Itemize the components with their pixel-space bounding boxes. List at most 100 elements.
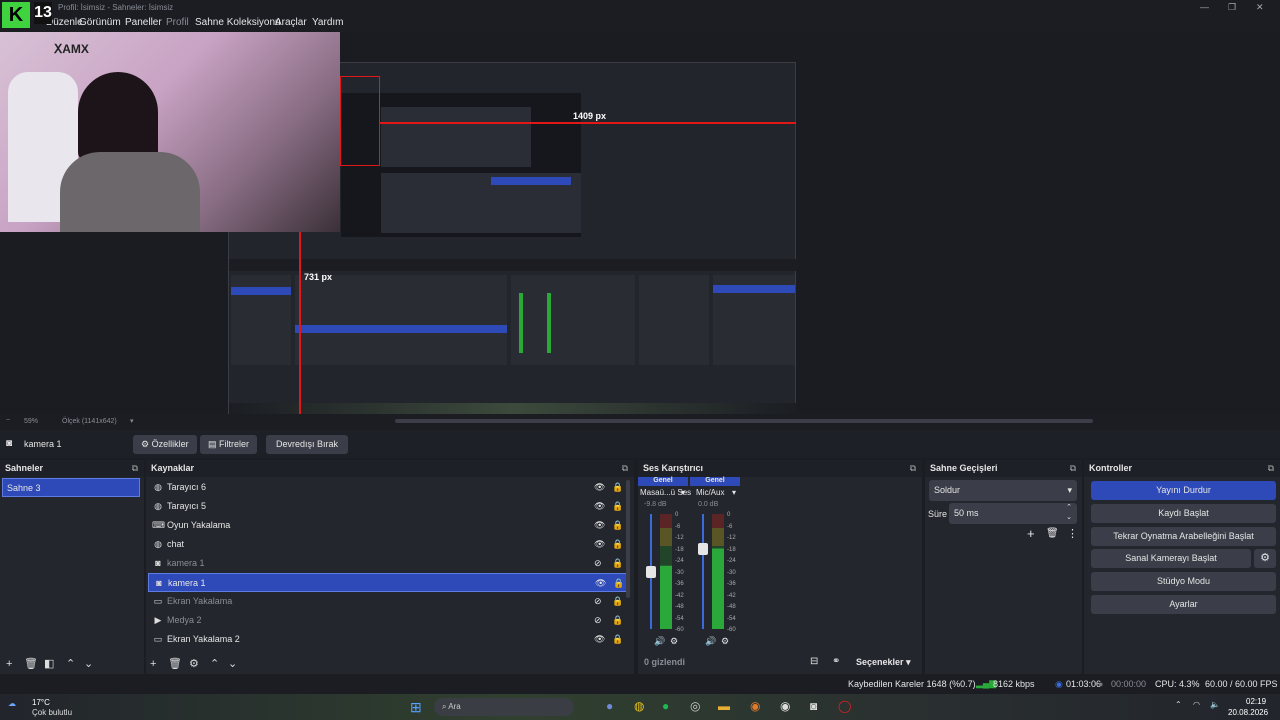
eye-icon[interactable]: 👁 xyxy=(594,478,605,497)
eye-icon[interactable]: 👁 xyxy=(594,516,605,535)
menu-tools[interactable]: Araçlar xyxy=(275,17,307,28)
gear-icon[interactable]: ⚙ xyxy=(670,636,678,647)
lock-icon[interactable]: 🔒 xyxy=(612,497,623,516)
eye-icon[interactable]: 👁 xyxy=(595,574,606,593)
zoom-dropdown-icon[interactable]: ▾ xyxy=(130,417,134,425)
lock-icon[interactable]: 🔒 xyxy=(612,554,623,573)
lock-icon[interactable]: 🔒 xyxy=(613,574,624,593)
source-item[interactable]: ◍ Tarayıcı 6 👁 🔒 xyxy=(148,478,628,497)
weather-text[interactable]: Çok bulutlu xyxy=(32,708,72,717)
windows-start-icon[interactable]: ⊞ xyxy=(410,699,422,716)
trash-icon[interactable]: 🗑 xyxy=(168,657,182,670)
float-icon[interactable]: ⧉ xyxy=(1070,460,1076,477)
more-icon[interactable]: ⋮ xyxy=(1067,527,1078,540)
volume-slider-handle[interactable] xyxy=(646,566,656,578)
add-icon[interactable]: + xyxy=(6,658,12,670)
filter-icon[interactable]: ◧ xyxy=(44,657,54,670)
lock-icon[interactable]: 🔒 xyxy=(612,611,623,630)
start-replay-buffer-button[interactable]: Tekrar Oynatma Arabelleğini Başlat xyxy=(1091,527,1276,546)
link-icon[interactable]: ⚭ xyxy=(832,656,840,667)
menu-profile[interactable]: Profil xyxy=(166,17,189,28)
source-item[interactable]: ▶ Medya 2 ⊘ 🔒 xyxy=(148,611,628,630)
float-icon[interactable]: ⧉ xyxy=(622,460,628,477)
eye-slash-icon[interactable]: ⊘ xyxy=(594,592,602,611)
tray-up-icon[interactable]: ⌃ xyxy=(1175,700,1182,709)
volume-slider-handle[interactable] xyxy=(698,543,708,555)
folder-icon[interactable]: ▬ xyxy=(718,699,730,713)
transition-select[interactable]: Soldur ▾ xyxy=(929,480,1077,501)
studio-mode-button[interactable]: Stüdyo Modu xyxy=(1091,572,1276,591)
minimize-icon[interactable]: — xyxy=(1200,2,1209,12)
source-item[interactable]: ◍ Tarayıcı 5 👁 🔒 xyxy=(148,497,628,516)
start-recording-button[interactable]: Kaydı Başlat xyxy=(1091,504,1276,523)
chrome-icon[interactable]: ◍ xyxy=(634,699,644,713)
source-item[interactable]: ◙ kamera 1 ⊘ 🔒 xyxy=(148,554,628,573)
duration-input[interactable]: 50 ms ⌃ ⌄ xyxy=(949,503,1077,524)
speaker-icon[interactable]: 🔊 xyxy=(705,636,716,647)
blender-icon[interactable]: ◉ xyxy=(750,699,760,713)
float-icon[interactable]: ⧉ xyxy=(132,460,138,477)
gear-icon[interactable]: ⚙ xyxy=(189,657,199,670)
source-item[interactable]: ◍ chat 👁 🔒 xyxy=(148,535,628,554)
menu-scene-collection[interactable]: Sahne Koleksiyonu xyxy=(195,17,281,28)
start-virtual-camera-button[interactable]: Sanal Kamerayı Başlat xyxy=(1091,549,1251,568)
speaker-icon[interactable]: 🔊 xyxy=(654,636,665,647)
eye-icon[interactable]: 👁 xyxy=(594,497,605,516)
zoom-minus-icon[interactable]: − xyxy=(6,417,10,424)
move-down-icon[interactable]: ⌄ xyxy=(228,657,237,670)
discord-icon[interactable]: ● xyxy=(606,699,613,713)
move-down-icon[interactable]: ⌄ xyxy=(84,657,93,670)
eye-icon[interactable]: 👁 xyxy=(594,630,605,649)
chevron-down-icon[interactable]: ▾ xyxy=(732,488,736,497)
layout-icon[interactable]: ⊟ xyxy=(810,656,818,667)
lock-icon[interactable]: 🔒 xyxy=(612,478,623,497)
trash-icon[interactable]: 🗑 xyxy=(24,657,38,670)
scene-item[interactable]: Sahne 3 xyxy=(2,478,140,497)
maximize-icon[interactable]: ❐ xyxy=(1228,2,1236,13)
chevron-down-icon[interactable]: ▾ xyxy=(681,488,685,497)
wifi-icon[interactable]: ◠ xyxy=(1193,700,1200,709)
move-up-icon[interactable]: ⌃ xyxy=(210,657,219,670)
eye-slash-icon[interactable]: ⊘ xyxy=(594,554,602,573)
obs-icon[interactable]: ◉ xyxy=(780,699,790,713)
horizontal-scrollbar[interactable] xyxy=(395,419,1093,423)
app-icon[interactable]: ◙ xyxy=(810,699,817,713)
eye-icon[interactable]: 👁 xyxy=(594,535,605,554)
volume-slider-track[interactable] xyxy=(702,514,704,629)
lock-icon[interactable]: 🔒 xyxy=(612,535,623,554)
menu-docks[interactable]: Paneller xyxy=(125,17,162,28)
stop-streaming-button[interactable]: Yayını Durdur xyxy=(1091,481,1276,500)
channel-name[interactable]: Mic/Aux xyxy=(696,488,724,497)
source-item[interactable]: ▭ Ekran Yakalama ⊘ 🔒 xyxy=(148,592,628,611)
spotify-icon[interactable]: ● xyxy=(662,699,669,713)
lock-icon[interactable]: 🔒 xyxy=(612,592,623,611)
settings-button[interactable]: Ayarlar xyxy=(1091,595,1276,614)
lock-icon[interactable]: 🔒 xyxy=(612,630,623,649)
close-icon[interactable]: ✕ xyxy=(1256,2,1264,13)
properties-button[interactable]: ⚙ Özellikler xyxy=(133,435,197,454)
mixer-options-button[interactable]: Seçenekler ▾ xyxy=(856,657,911,668)
preview-canvas[interactable]: ⅩAMX 1409 px 731 px xyxy=(0,32,1280,417)
move-up-icon[interactable]: ⌃ xyxy=(66,657,75,670)
menu-help[interactable]: Yardım xyxy=(312,17,344,28)
gear-icon[interactable]: ⚙ xyxy=(721,636,729,647)
stepper-icon[interactable]: ⌃ ⌄ xyxy=(1066,503,1072,523)
float-icon[interactable]: ⧉ xyxy=(910,460,916,477)
float-icon[interactable]: ⧉ xyxy=(1268,460,1274,477)
trash-icon[interactable]: 🗑 xyxy=(1046,528,1059,539)
gear-icon[interactable]: ⚙ xyxy=(1254,549,1276,568)
menu-view[interactable]: Görünüm xyxy=(79,17,121,28)
source-item[interactable]: ◙ kamera 1 👁 🔒 xyxy=(148,573,628,592)
add-icon[interactable]: + xyxy=(150,658,156,670)
source-item[interactable]: ▭ Ekran Yakalama 2 👁 🔒 xyxy=(148,630,628,649)
eye-slash-icon[interactable]: ⊘ xyxy=(594,611,602,630)
source-item[interactable]: ⌨ Oyun Yakalama 👁 🔒 xyxy=(148,516,628,535)
add-icon[interactable]: + xyxy=(1027,526,1035,541)
volume-icon[interactable]: 🔈 xyxy=(1210,700,1220,709)
steam-icon[interactable]: ◎ xyxy=(690,699,700,713)
opera-icon[interactable]: ◯ xyxy=(838,699,851,713)
taskbar-search[interactable]: ⌕ Ara xyxy=(434,698,574,716)
lock-icon[interactable]: 🔒 xyxy=(612,516,623,535)
deactivate-button[interactable]: Devredışı Bırak xyxy=(266,435,349,454)
filters-button[interactable]: ▤ Filtreler xyxy=(200,435,258,454)
